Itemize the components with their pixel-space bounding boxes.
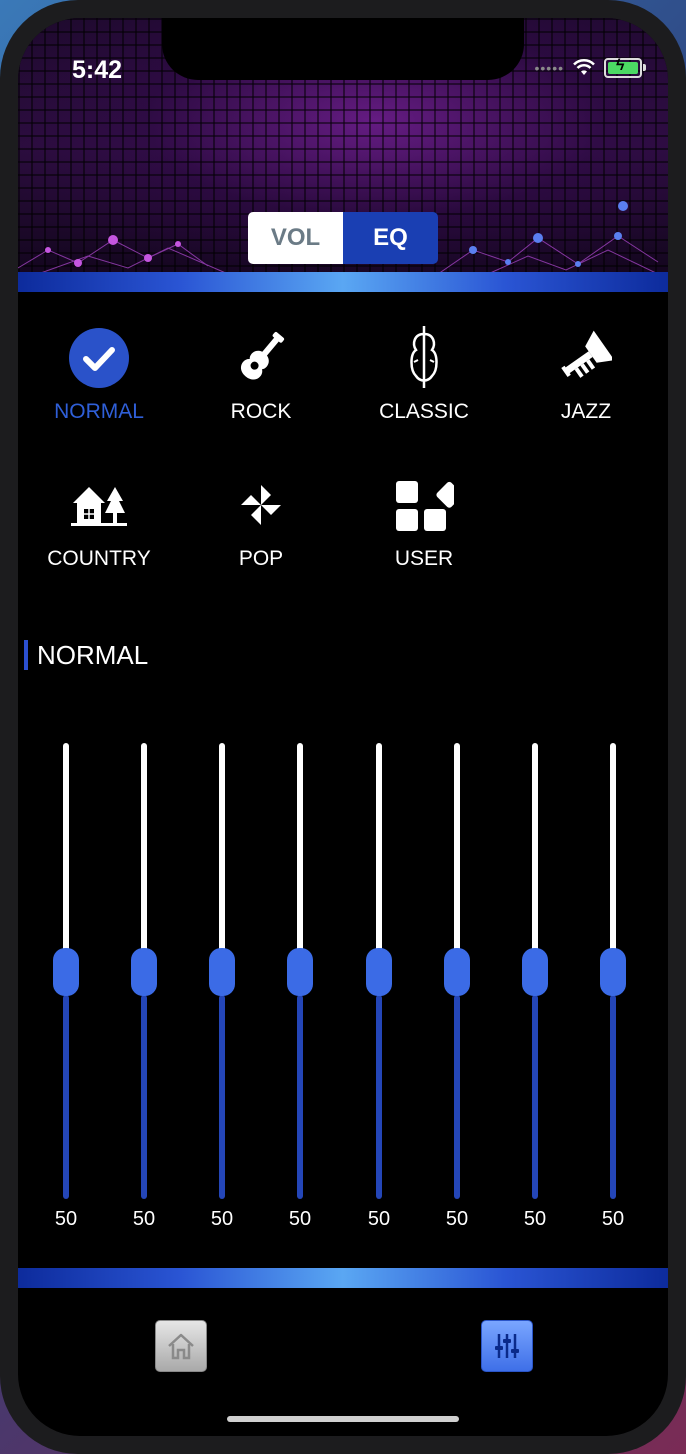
vol-tab[interactable]: VOL: [248, 212, 343, 264]
slider-thumb[interactable]: [366, 948, 392, 996]
eq-band-slider[interactable]: 50: [285, 743, 315, 1233]
preset-label: JAZZ: [560, 400, 612, 423]
slider-thumb[interactable]: [522, 948, 548, 996]
section-marker: [24, 640, 28, 670]
eq-band-slider[interactable]: 50: [442, 743, 472, 1233]
preset-label: COUNTRY: [47, 547, 151, 570]
band-value: 50: [132, 1208, 156, 1230]
eq-band-slider[interactable]: 50: [129, 743, 159, 1233]
battery-icon: ϟ: [604, 57, 646, 78]
eq-tab[interactable]: EQ: [343, 212, 438, 264]
app-screen: 5:42 ••••• ϟ VOL EQ NORMAL ROCK CLASSIC …: [18, 18, 668, 1436]
preset-classic[interactable]: CLASSIC: [343, 318, 505, 424]
slider-thumb[interactable]: [444, 948, 470, 996]
home-icon: [168, 1333, 194, 1360]
eq-band-slider[interactable]: 50: [207, 743, 237, 1233]
preset-pop[interactable]: POP: [180, 465, 342, 571]
notch: [162, 18, 524, 80]
slider-thumb[interactable]: [287, 948, 313, 996]
mode-switch: VOL EQ: [248, 212, 438, 264]
check-circle-icon: [69, 328, 129, 388]
band-value: 50: [445, 1208, 469, 1230]
status-time: 5:42: [72, 56, 123, 84]
house-trees-icon: [71, 487, 127, 526]
preset-label: POP: [238, 547, 284, 570]
slider-thumb[interactable]: [53, 948, 79, 996]
preset-label: NORMAL: [54, 400, 144, 423]
preset-label: ROCK: [230, 400, 292, 423]
slider-thumb[interactable]: [600, 948, 626, 996]
band-value: 50: [54, 1208, 78, 1230]
signal-dots: •••••: [534, 60, 564, 76]
current-preset-title: NORMAL: [37, 640, 149, 670]
sliders-icon: [495, 1334, 519, 1358]
top-divider-bar: [18, 272, 668, 292]
bottom-divider-bar: [18, 1268, 668, 1288]
preset-rock[interactable]: ROCK: [180, 318, 342, 424]
preset-normal[interactable]: NORMAL: [18, 318, 180, 424]
slider-thumb[interactable]: [131, 948, 157, 996]
band-value: 50: [601, 1208, 625, 1230]
trumpet-icon: [561, 330, 612, 378]
pinwheel-icon: [241, 485, 281, 525]
preset-label: CLASSIC: [379, 400, 469, 423]
guitar-icon: [240, 331, 285, 380]
preset-label: USER: [394, 547, 454, 570]
eq-band-slider[interactable]: 50: [364, 743, 394, 1233]
eq-band-slider[interactable]: 50: [520, 743, 550, 1233]
slider-thumb[interactable]: [209, 948, 235, 996]
band-value: 50: [288, 1208, 312, 1230]
eq-band-slider[interactable]: 50: [51, 743, 81, 1233]
eq-band-slider[interactable]: 50: [598, 743, 628, 1233]
preset-jazz[interactable]: JAZZ: [505, 318, 667, 424]
user-blocks-icon: [396, 481, 454, 531]
home-indicator[interactable]: [227, 1416, 459, 1422]
wifi-icon: [573, 59, 595, 75]
violin-icon: [410, 326, 438, 388]
status-icons: ••••• ϟ: [534, 57, 646, 78]
preset-user[interactable]: USER: [343, 465, 505, 571]
band-value: 50: [367, 1208, 391, 1230]
phone-frame: 5:42 ••••• ϟ VOL EQ NORMAL ROCK CLASSIC …: [0, 0, 686, 1454]
equalizer-nav-button[interactable]: [481, 1320, 533, 1372]
band-value: 50: [210, 1208, 234, 1230]
preset-country[interactable]: COUNTRY: [18, 465, 180, 571]
band-value: 50: [523, 1208, 547, 1230]
home-button[interactable]: [155, 1320, 207, 1372]
